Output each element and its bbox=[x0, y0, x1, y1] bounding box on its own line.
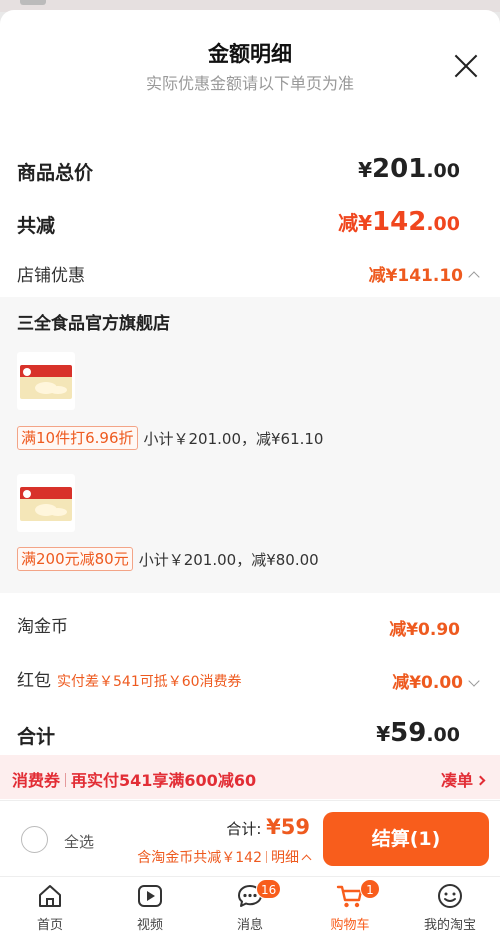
discount-detail-text: 含淘金币共减￥142 bbox=[137, 850, 262, 866]
redpacket-label-wrap: 红包 实付差￥541可抵￥60消费券 bbox=[17, 666, 242, 691]
tab-profile[interactable]: 我的淘宝 bbox=[400, 877, 500, 934]
detail-link-label: 明细 bbox=[271, 850, 299, 866]
goods-total-value: ¥201.00 bbox=[358, 154, 460, 184]
tab-label: 购物车 bbox=[330, 918, 370, 933]
product-image bbox=[20, 365, 72, 399]
redpacket-note: 实付差￥541可抵￥60消费券 bbox=[57, 674, 242, 690]
add-items-link[interactable]: 凑单 bbox=[441, 767, 486, 791]
profile-icon bbox=[438, 884, 462, 908]
promo-subtotal: 小计￥201.00，减¥80.00 bbox=[138, 550, 319, 569]
tab-home[interactable]: 首页 bbox=[0, 877, 100, 934]
product-thumbnail[interactable] bbox=[17, 474, 75, 532]
home-icon bbox=[39, 885, 61, 907]
background-element bbox=[20, 0, 46, 5]
message-badge: 16 bbox=[256, 879, 282, 899]
select-all-label[interactable]: 全选 bbox=[64, 831, 94, 852]
redpacket-row[interactable]: 红包 实付差￥541可抵￥60消费券 减¥0.00 bbox=[0, 662, 500, 702]
chevron-up-icon bbox=[301, 854, 312, 865]
goods-total-label: 商品总价 bbox=[17, 162, 94, 184]
tab-label: 我的淘宝 bbox=[423, 918, 476, 933]
redpacket-label: 红包 bbox=[17, 671, 51, 691]
checkout-total-value: ¥59 bbox=[266, 815, 310, 839]
store-discount-label: 店铺优惠 bbox=[17, 266, 85, 286]
coin-label: 淘金币 bbox=[17, 617, 68, 637]
promo-row: 满200元减80元 小计￥201.00，减¥80.00 bbox=[17, 547, 319, 571]
cart-badge: 1 bbox=[360, 879, 380, 899]
close-icon[interactable] bbox=[454, 54, 478, 78]
product-image bbox=[20, 487, 72, 521]
bottom-tabbar: 首页 视频 16 消息 1 购物车 我的淘宝 bbox=[0, 876, 500, 934]
chevron-up-icon bbox=[468, 271, 480, 283]
goods-total-row: 商品总价 ¥201.00 bbox=[0, 150, 500, 190]
tab-message[interactable]: 16 消息 bbox=[200, 877, 300, 934]
product-thumbnail[interactable] bbox=[17, 352, 75, 410]
store-discount-value-wrap: 减¥141.10 bbox=[368, 261, 480, 286]
select-all-radio[interactable] bbox=[21, 826, 48, 853]
promo-tag: 满10件打6.96折 bbox=[17, 426, 138, 450]
sum-row: 合计 ¥59.00 bbox=[0, 714, 500, 754]
discount-detail-link[interactable]: 含淘金币共减￥142 明细 bbox=[137, 847, 312, 867]
promo-row: 满10件打6.96折 小计￥201.00，减¥61.10 bbox=[17, 426, 323, 450]
promo-tag: 满200元减80元 bbox=[17, 547, 133, 571]
store-discount-panel: 三全食品官方旗舰店 满10件打6.96折 小计￥201.00，减¥61.10 满… bbox=[0, 297, 500, 593]
video-icon bbox=[138, 885, 162, 907]
checkout-button[interactable]: 结算(1) bbox=[323, 812, 489, 866]
coupon-text: 再实付541享满600减60 bbox=[71, 771, 257, 790]
tab-label: 首页 bbox=[36, 918, 63, 933]
checkout-total: 合计: ¥59 bbox=[226, 815, 310, 839]
store-name: 三全食品官方旗舰店 bbox=[17, 314, 170, 334]
total-discount-label: 共减 bbox=[17, 215, 56, 237]
promo-subtotal: 小计￥201.00，减¥61.10 bbox=[143, 429, 324, 448]
sum-value: ¥59.00 bbox=[376, 718, 460, 748]
redpacket-value-wrap: 减¥0.00 bbox=[392, 668, 480, 693]
coupon-tag: 消费券 bbox=[12, 771, 61, 790]
amount-detail-sheet: 金额明细 实际优惠金额请以下单页为准 商品总价 ¥201.00 共减 减¥142… bbox=[0, 10, 500, 810]
coin-value: 减¥0.90 bbox=[389, 620, 460, 640]
coin-row: 淘金币 减¥0.90 bbox=[0, 608, 500, 648]
sheet-title: 金额明细 bbox=[208, 42, 292, 66]
tab-cart[interactable]: 1 购物车 bbox=[300, 877, 400, 934]
chevron-right-icon bbox=[475, 775, 486, 786]
sheet-header: 金额明细 实际优惠金额请以下单页为准 bbox=[0, 10, 500, 130]
store-discount-value: 减¥141.10 bbox=[368, 266, 463, 286]
tab-label: 视频 bbox=[136, 918, 163, 933]
sum-label: 合计 bbox=[17, 726, 56, 748]
checkout-bar: 全选 合计: ¥59 含淘金币共减￥142 明细 结算(1) bbox=[0, 800, 500, 876]
tab-video[interactable]: 视频 bbox=[100, 877, 200, 934]
sheet-subtitle: 实际优惠金额请以下单页为准 bbox=[145, 74, 354, 93]
checkout-total-label: 合计: bbox=[226, 820, 267, 838]
coupon-info: 消费券 再实付541享满600减60 bbox=[12, 767, 256, 791]
divider bbox=[65, 773, 67, 787]
redpacket-value: 减¥0.00 bbox=[392, 673, 463, 693]
store-discount-row[interactable]: 店铺优惠 减¥141.10 bbox=[0, 257, 500, 297]
chevron-down-icon bbox=[468, 675, 480, 687]
divider bbox=[266, 851, 267, 863]
tab-label: 消息 bbox=[236, 918, 263, 933]
total-discount-row: 共减 减¥142.00 bbox=[0, 203, 500, 243]
coupon-bar[interactable]: 消费券 再实付541享满600减60 凑单 bbox=[0, 755, 500, 799]
total-discount-value: 减¥142.00 bbox=[338, 207, 460, 237]
